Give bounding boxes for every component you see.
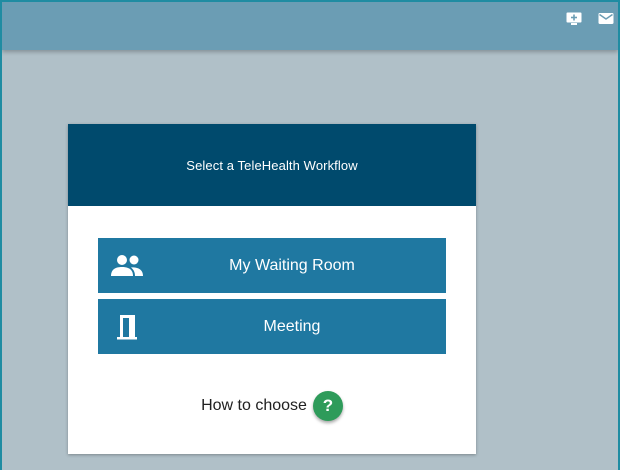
door-icon xyxy=(110,313,144,341)
top-bar xyxy=(2,2,618,50)
help-button[interactable]: ? xyxy=(312,391,343,421)
help-icon: ? xyxy=(322,396,334,415)
workflow-card: Select a TeleHealth Workflow My Waiting … xyxy=(68,124,476,454)
how-to-choose-label: How to choose xyxy=(201,397,307,414)
how-to-choose: How to choose ? xyxy=(68,391,476,421)
people-icon xyxy=(110,252,144,280)
meeting-button[interactable]: Meeting xyxy=(98,299,446,354)
add-to-screen-icon[interactable] xyxy=(566,12,582,26)
mail-icon[interactable] xyxy=(598,12,614,26)
meeting-label: Meeting xyxy=(263,317,321,335)
my-waiting-room-label: My Waiting Room xyxy=(229,256,355,274)
card-header: Select a TeleHealth Workflow xyxy=(68,124,476,206)
app-frame: Select a TeleHealth Workflow My Waiting … xyxy=(0,0,620,470)
card-title: Select a TeleHealth Workflow xyxy=(186,157,358,173)
topbar-icons xyxy=(566,12,614,26)
my-waiting-room-button[interactable]: My Waiting Room xyxy=(98,238,446,293)
